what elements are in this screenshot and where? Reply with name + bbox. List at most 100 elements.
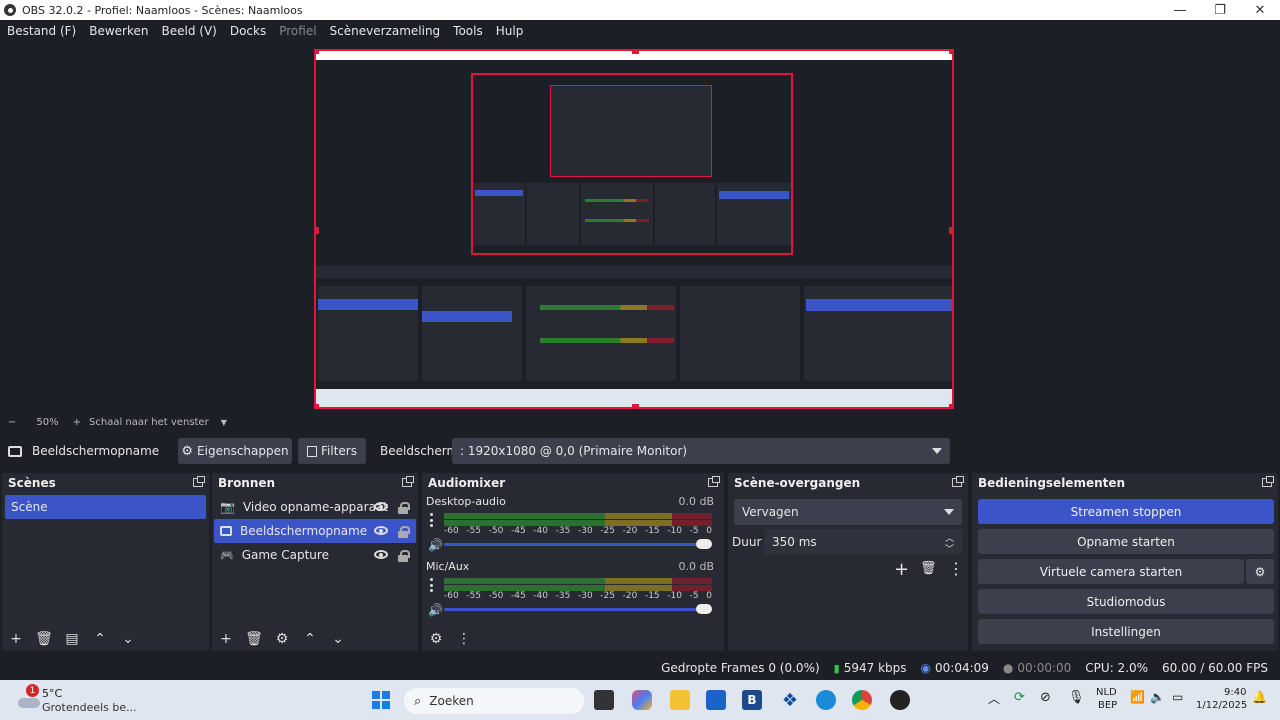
add-icon[interactable]: + [8, 631, 24, 647]
chevron-down-icon[interactable]: ⌄ [120, 631, 136, 647]
microsoft-store-icon[interactable] [706, 690, 726, 710]
volume-slider[interactable] [444, 604, 712, 614]
preview-canvas[interactable] [314, 49, 954, 409]
filter-icon[interactable]: ▤ [64, 631, 80, 647]
resize-handle-tl[interactable] [316, 51, 319, 54]
scene-item[interactable]: Scène [5, 495, 206, 519]
notification-badge: 1 [26, 684, 39, 697]
undock-icon[interactable] [402, 476, 414, 487]
notifications-icon[interactable]: 🔔 [1252, 690, 1267, 704]
obs-taskbar-icon[interactable] [890, 690, 910, 710]
menu-profile[interactable]: Profiel [279, 24, 316, 38]
advanced-audio-gear-icon[interactable]: ⚙ [428, 631, 444, 647]
visibility-eye-icon[interactable] [374, 526, 388, 535]
menu-file[interactable]: Bestand (F) [7, 24, 76, 38]
resize-handle-r[interactable] [949, 227, 952, 234]
volume-icon[interactable]: 🔈 [1150, 690, 1165, 704]
visibility-eye-icon[interactable] [374, 502, 388, 511]
language-bottom[interactable]: BEP [1098, 700, 1117, 711]
channel-menu-icon[interactable] [430, 578, 433, 592]
chevron-up-icon[interactable]: ⌃ [302, 631, 318, 647]
zoom-in-button[interactable]: + [73, 417, 81, 428]
minimize-button[interactable]: — [1160, 0, 1200, 20]
source-item-display-capture[interactable]: Beeldschermopname [214, 519, 416, 543]
start-recording-button[interactable]: Opname starten [978, 529, 1274, 554]
screen-select[interactable]: : 1920x1080 @ 0,0 (Primaire Monitor) [452, 438, 950, 464]
network-off-icon[interactable]: ⊘ [1040, 690, 1051, 705]
undock-icon[interactable] [1262, 476, 1274, 487]
battery-icon[interactable]: ▭ [1172, 690, 1183, 704]
speaker-icon[interactable]: 🔊 [428, 538, 443, 552]
gear-icon[interactable]: ⚙ [274, 631, 290, 647]
stop-streaming-button[interactable]: Streamen stoppen [978, 499, 1274, 524]
wifi-icon[interactable]: 📶 [1130, 690, 1145, 704]
start-virtual-camera-button[interactable]: Virtuele camera starten [978, 559, 1244, 584]
resize-handle-t[interactable] [632, 51, 639, 54]
menu-tools[interactable]: Tools [453, 24, 483, 38]
source-item-video-capture[interactable]: 📷 Video opname-apparaat [214, 495, 416, 519]
spin-down-icon[interactable]: ﹀ [945, 542, 954, 555]
menu-edit[interactable]: Bewerken [89, 24, 148, 38]
chevron-up-icon[interactable]: ︿ [988, 690, 1000, 707]
undock-icon[interactable] [708, 476, 720, 487]
lock-icon[interactable] [398, 502, 410, 514]
volume-slider-knob[interactable] [696, 604, 712, 614]
transition-select[interactable]: Vervagen [734, 499, 962, 525]
add-icon[interactable]: + [894, 559, 909, 580]
chevron-down-icon[interactable]: ⌄ [330, 631, 346, 647]
resize-handle-bl[interactable] [316, 404, 319, 407]
windows-start-icon[interactable] [372, 691, 390, 709]
menu-help[interactable]: Hulp [496, 24, 524, 38]
menu-scene-collection[interactable]: Scèneverzameling [330, 24, 441, 38]
resize-handle-b[interactable] [632, 404, 639, 407]
menu-dots-icon[interactable]: ⋮ [948, 559, 964, 578]
trash-icon[interactable]: 🗑 [920, 561, 937, 576]
zoom-out-button[interactable]: − [8, 417, 16, 428]
maximize-button[interactable]: ❐ [1200, 0, 1240, 20]
scale-mode-dropdown[interactable]: Schaal naar het venster [89, 417, 209, 428]
lock-icon[interactable] [398, 526, 410, 538]
copilot-icon[interactable] [632, 690, 652, 710]
filters-button[interactable]: Filters [298, 438, 366, 464]
add-icon[interactable]: + [218, 631, 234, 647]
settings-button[interactable]: Instellingen [978, 619, 1274, 644]
undock-icon[interactable] [952, 476, 964, 487]
properties-button[interactable]: ⚙ Eigenschappen [178, 438, 292, 464]
trash-icon[interactable]: 🗑 [35, 631, 53, 647]
sync-icon[interactable]: ⟳ [1014, 690, 1025, 705]
resize-handle-tr[interactable] [949, 51, 952, 54]
microphone-icon[interactable]: 🎙 [1068, 690, 1085, 705]
volume-slider-knob[interactable] [696, 539, 712, 549]
menu-docks[interactable]: Docks [230, 24, 266, 38]
undock-icon[interactable] [193, 476, 205, 487]
language-top[interactable]: NLD [1096, 687, 1117, 698]
lock-icon[interactable] [398, 550, 410, 562]
studio-mode-button[interactable]: Studiomodus [978, 589, 1274, 614]
chevron-down-icon[interactable]: ▼ [221, 418, 227, 427]
duration-spinbox[interactable]: 350 ms ︿ ﹀ [764, 529, 962, 555]
resize-handle-l[interactable] [316, 227, 319, 234]
task-view-icon[interactable] [594, 690, 614, 710]
visibility-eye-icon[interactable] [374, 550, 388, 559]
chevron-up-icon[interactable]: ⌃ [92, 631, 108, 647]
edge-icon[interactable] [816, 690, 836, 710]
resize-handle-br[interactable] [949, 404, 952, 407]
close-button[interactable]: ✕ [1240, 0, 1280, 20]
virtual-camera-settings-gear-icon[interactable]: ⚙ [1246, 559, 1274, 584]
channel-menu-icon[interactable] [430, 513, 433, 527]
volume-slider[interactable] [444, 539, 712, 549]
bitwarden-icon[interactable]: B [742, 690, 762, 710]
file-explorer-icon[interactable] [670, 690, 690, 710]
clock-date[interactable]: 1/12/2025 [1196, 700, 1247, 711]
trash-icon[interactable]: 🗑 [245, 631, 263, 647]
source-item-game-capture[interactable]: 🎮 Game Capture [214, 543, 416, 567]
dropbox-icon[interactable]: ❖ [780, 690, 800, 711]
speaker-icon[interactable]: 🔊 [428, 603, 443, 617]
weather-widget[interactable]: 1 [14, 684, 40, 710]
menu-view[interactable]: Beeld (V) [162, 24, 217, 38]
nested-mixer-meter-2 [540, 338, 674, 343]
taskbar-search[interactable]: ⌕ Zoeken [404, 688, 584, 714]
menu-dots-icon[interactable]: ⋮ [456, 631, 472, 647]
clock-time[interactable]: 9:40 [1224, 687, 1246, 698]
chrome-icon[interactable] [852, 690, 872, 710]
